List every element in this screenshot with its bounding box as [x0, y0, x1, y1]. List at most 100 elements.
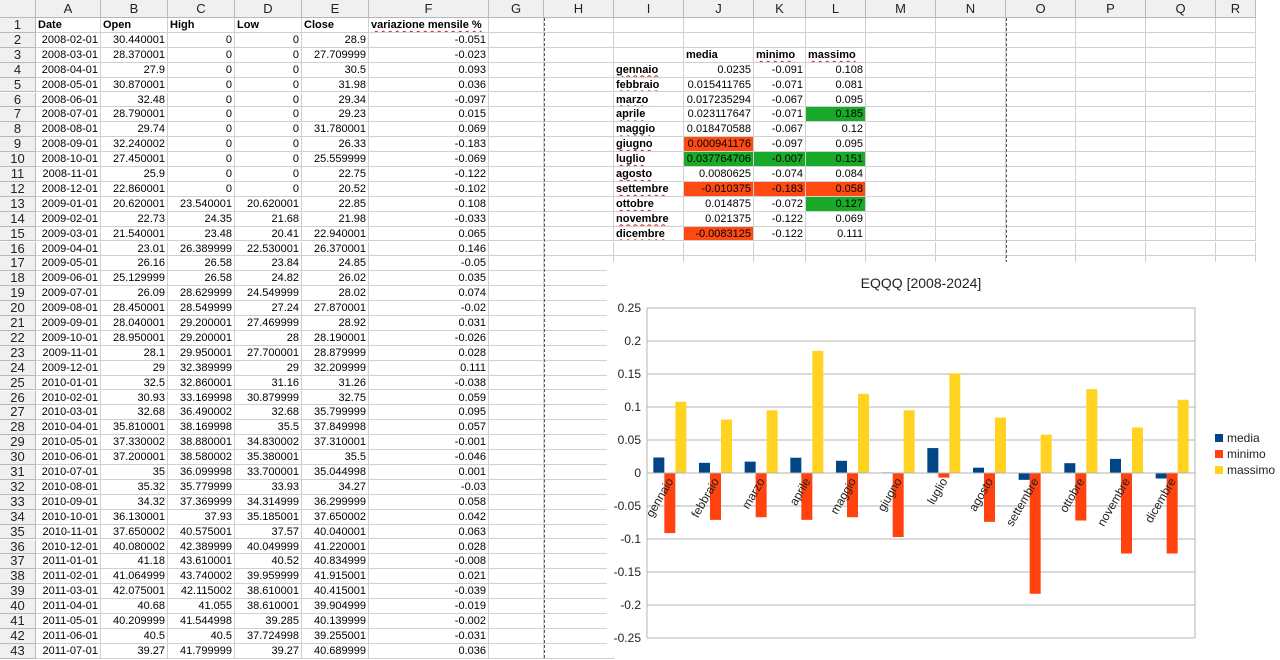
cell-h43[interactable] — [544, 643, 614, 659]
summary-massimo-luglio[interactable]: 0.151 — [806, 152, 866, 167]
data-cell-a15[interactable]: 2009-03-01 — [36, 226, 101, 242]
cell-q5[interactable] — [1146, 77, 1216, 93]
data-cell-d19[interactable]: 24.549999 — [235, 286, 302, 302]
cell-q1[interactable] — [1146, 18, 1216, 33]
data-cell-f18[interactable]: 0.035 — [369, 271, 489, 287]
cell-g4[interactable] — [489, 62, 544, 78]
data-cell-f25[interactable]: -0.038 — [369, 375, 489, 391]
cell-n13[interactable] — [936, 196, 1006, 212]
cell-r3[interactable] — [1216, 47, 1256, 63]
cell-q7[interactable] — [1146, 107, 1216, 123]
column-header-h[interactable]: H — [544, 0, 614, 18]
cell-n16[interactable] — [936, 241, 1006, 257]
data-cell-b14[interactable]: 22.73 — [101, 211, 168, 227]
data-cell-c43[interactable]: 41.799999 — [168, 643, 235, 659]
data-cell-e28[interactable]: 37.849998 — [302, 420, 369, 436]
cell-o10[interactable] — [1006, 152, 1076, 167]
data-cell-b21[interactable]: 28.040001 — [101, 316, 168, 331]
cell-h23[interactable] — [544, 345, 614, 361]
row-header-39[interactable]: 39 — [0, 584, 36, 600]
header-cell-e[interactable]: Close — [302, 18, 369, 33]
data-cell-a18[interactable]: 2009-06-01 — [36, 271, 101, 287]
summary-month-maggio[interactable]: maggio — [614, 122, 684, 138]
cell-g25[interactable] — [489, 375, 544, 391]
data-cell-b42[interactable]: 40.5 — [101, 628, 168, 644]
cell-r8[interactable] — [1216, 122, 1256, 138]
data-cell-c42[interactable]: 40.5 — [168, 628, 235, 644]
data-cell-c31[interactable]: 36.099998 — [168, 465, 235, 480]
cell-g11[interactable] — [489, 167, 544, 182]
summary-minimo-dicembre[interactable]: -0.122 — [754, 226, 806, 242]
column-header-r[interactable]: R — [1216, 0, 1256, 18]
data-cell-f24[interactable]: 0.111 — [369, 360, 489, 376]
row-header-8[interactable]: 8 — [0, 122, 36, 138]
cell-h8[interactable] — [544, 122, 614, 138]
cell-m4[interactable] — [866, 62, 936, 78]
data-cell-f2[interactable]: -0.051 — [369, 32, 489, 48]
row-header-36[interactable]: 36 — [0, 539, 36, 555]
data-cell-f26[interactable]: 0.059 — [369, 390, 489, 406]
cell-g14[interactable] — [489, 211, 544, 227]
data-cell-e33[interactable]: 36.299999 — [302, 494, 369, 510]
data-cell-b3[interactable]: 28.370001 — [101, 47, 168, 63]
row-header-38[interactable]: 38 — [0, 569, 36, 585]
summary-header-massimo[interactable]: massimo — [806, 47, 866, 63]
data-cell-f14[interactable]: -0.033 — [369, 211, 489, 227]
column-header-f[interactable]: F — [369, 0, 489, 18]
data-cell-b18[interactable]: 25.129999 — [101, 271, 168, 287]
data-cell-d11[interactable]: 0 — [235, 167, 302, 182]
data-cell-b23[interactable]: 28.1 — [101, 345, 168, 361]
data-cell-d24[interactable]: 29 — [235, 360, 302, 376]
summary-month-aprile[interactable]: aprile — [614, 107, 684, 123]
data-cell-b10[interactable]: 27.450001 — [101, 152, 168, 167]
row-header-43[interactable]: 43 — [0, 643, 36, 659]
cell-p2[interactable] — [1076, 32, 1146, 48]
cell-m15[interactable] — [866, 226, 936, 242]
data-cell-d35[interactable]: 37.57 — [235, 524, 302, 540]
column-header-n[interactable]: N — [936, 0, 1006, 18]
cell-p4[interactable] — [1076, 62, 1146, 78]
data-cell-c33[interactable]: 37.369999 — [168, 494, 235, 510]
data-cell-d13[interactable]: 20.620001 — [235, 196, 302, 212]
data-cell-a7[interactable]: 2008-07-01 — [36, 107, 101, 123]
data-cell-e8[interactable]: 31.780001 — [302, 122, 369, 138]
cell-m10[interactable] — [866, 152, 936, 167]
data-cell-d7[interactable]: 0 — [235, 107, 302, 123]
data-cell-a4[interactable]: 2008-04-01 — [36, 62, 101, 78]
cell-r9[interactable] — [1216, 137, 1256, 153]
cell-g9[interactable] — [489, 137, 544, 153]
cell-h41[interactable] — [544, 614, 614, 629]
data-cell-e2[interactable]: 28.9 — [302, 32, 369, 48]
cell-j16[interactable] — [684, 241, 754, 257]
data-cell-e10[interactable]: 25.559999 — [302, 152, 369, 167]
cell-m8[interactable] — [866, 122, 936, 138]
data-cell-e42[interactable]: 39.255001 — [302, 628, 369, 644]
data-cell-c4[interactable]: 0 — [168, 62, 235, 78]
data-cell-f29[interactable]: -0.001 — [369, 435, 489, 451]
data-cell-b34[interactable]: 36.130001 — [101, 509, 168, 525]
column-header-c[interactable]: C — [168, 0, 235, 18]
data-cell-f42[interactable]: -0.031 — [369, 628, 489, 644]
data-cell-b39[interactable]: 42.075001 — [101, 584, 168, 600]
data-cell-e18[interactable]: 26.02 — [302, 271, 369, 287]
cell-o2[interactable] — [1006, 32, 1076, 48]
data-cell-b5[interactable]: 30.870001 — [101, 77, 168, 93]
cell-h38[interactable] — [544, 569, 614, 585]
data-cell-f11[interactable]: -0.122 — [369, 167, 489, 182]
data-cell-d21[interactable]: 27.469999 — [235, 316, 302, 331]
data-cell-e43[interactable]: 40.689999 — [302, 643, 369, 659]
summary-month-agosto[interactable]: agosto — [614, 167, 684, 182]
data-cell-f43[interactable]: 0.036 — [369, 643, 489, 659]
chart-eqqq[interactable]: EQQQ [2008-2024] 0.25 0.2 0.15 0.1 0.05 0 -0.05… — [607, 262, 1280, 657]
row-header-31[interactable]: 31 — [0, 465, 36, 480]
data-cell-a30[interactable]: 2010-06-01 — [36, 450, 101, 465]
data-cell-b31[interactable]: 35 — [101, 465, 168, 480]
cell-m12[interactable] — [866, 181, 936, 197]
cell-g17[interactable] — [489, 256, 544, 272]
data-cell-f6[interactable]: -0.097 — [369, 92, 489, 108]
cell-q4[interactable] — [1146, 62, 1216, 78]
cell-o15[interactable] — [1006, 226, 1076, 242]
row-header-40[interactable]: 40 — [0, 599, 36, 614]
data-cell-e19[interactable]: 28.02 — [302, 286, 369, 302]
row-header-9[interactable]: 9 — [0, 137, 36, 153]
